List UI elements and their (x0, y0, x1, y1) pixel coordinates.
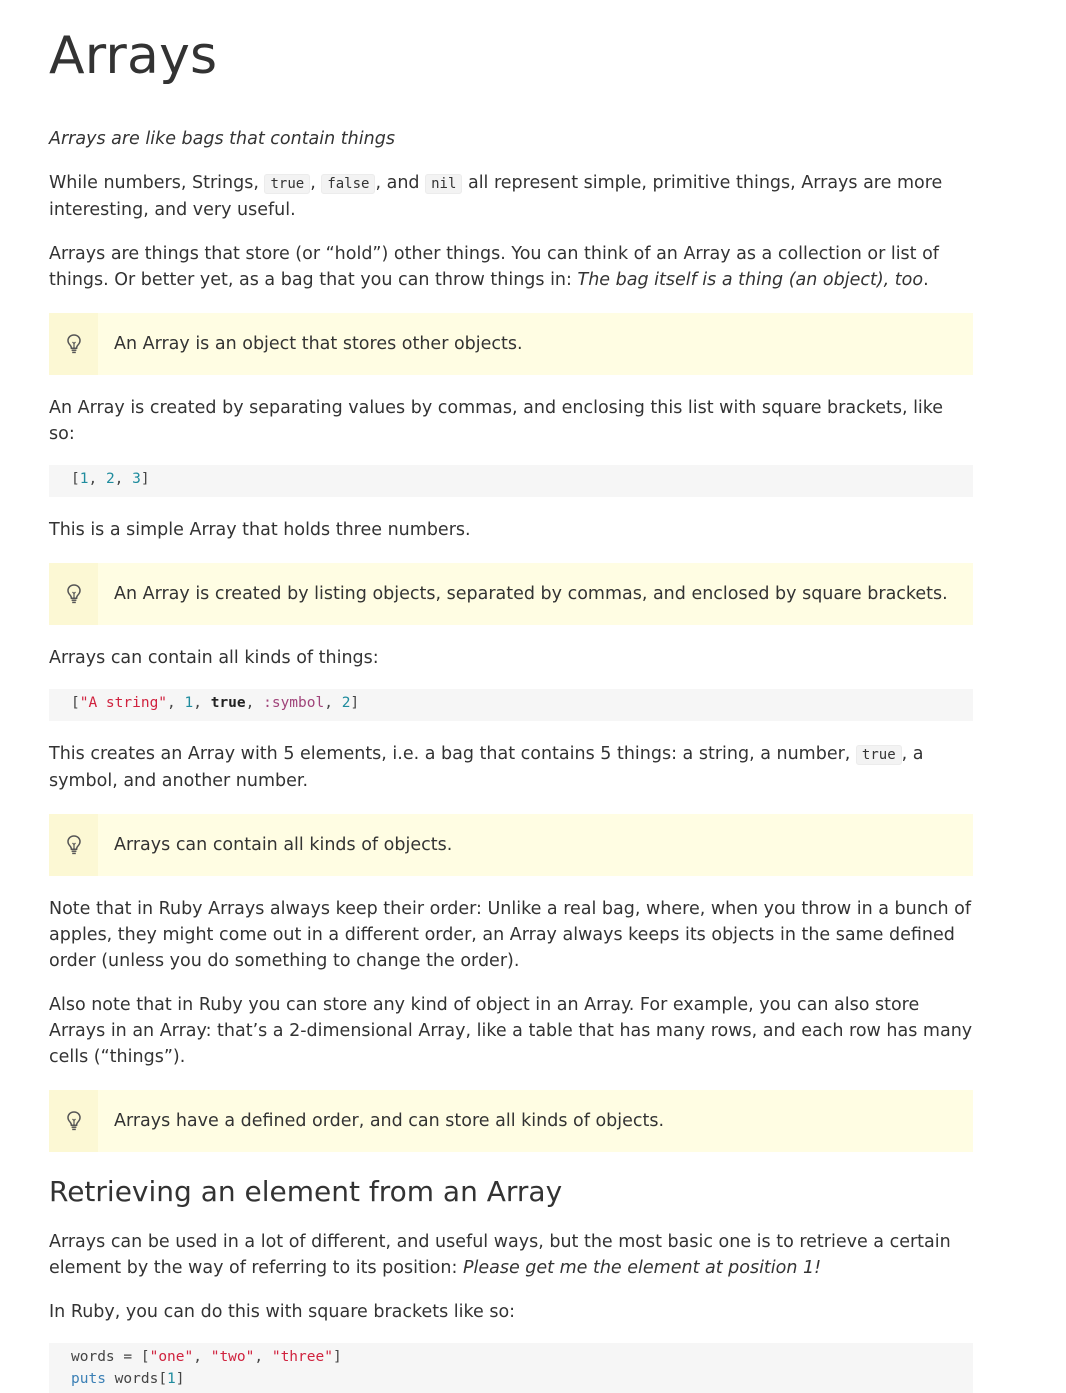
emphasis: The bag itself is a thing (an object), t… (577, 270, 924, 290)
article: Arrays Arrays are like bags that contain… (49, 0, 973, 1393)
code-token: , (193, 695, 211, 711)
callout-icon-box (49, 313, 98, 375)
paragraph-any-object: Also note that in Ruby you can store any… (49, 995, 973, 1067)
inline-code-false: false (321, 174, 376, 194)
paragraph-bag: Arrays are things that store (or “hold”)… (49, 241, 973, 293)
code-token: 2 (105, 471, 115, 487)
code-token: , (254, 1349, 272, 1365)
code-token: , (324, 695, 342, 711)
code-token: , (245, 695, 264, 711)
paragraph-order: Note that in Ruby Arrays always keep the… (49, 899, 971, 971)
section-heading: Retrieving an element from an Array (49, 1175, 563, 1208)
callout-tip: An Array is an object that stores other … (49, 313, 973, 375)
code-block-numbers: [1, 2, 3] (49, 465, 973, 497)
callout-icon-box (49, 563, 98, 625)
text: This creates an Array with 5 elements, i… (49, 744, 856, 764)
code-token: 1 (167, 1371, 176, 1387)
code-token: ] (350, 695, 360, 711)
callout-tip: An Array is created by listing objects, … (49, 563, 973, 625)
code-token: true (210, 695, 246, 711)
paragraph-kinds: Arrays can contain all kinds of things: (49, 648, 379, 668)
code-token: :symbol (263, 695, 325, 711)
code-block-words: words = ["one", "two", "three"] puts wor… (49, 1343, 973, 1393)
code-token: words (114, 1371, 159, 1387)
lightbulb-icon (66, 1111, 81, 1131)
code-token: , (114, 471, 133, 487)
callout-tip: Arrays have a defined order, and can sto… (49, 1090, 973, 1152)
callout-text: An Array is created by listing objects, … (114, 584, 948, 604)
code-token: "one" (149, 1349, 194, 1365)
text: . (923, 270, 929, 290)
paragraph-five-elements: This creates an Array with 5 elements, i… (49, 741, 973, 794)
code-token: , (88, 471, 106, 487)
callout-text: An Array is an object that stores other … (114, 334, 523, 354)
code-token: [ (71, 695, 80, 711)
paragraph-simple: This is a simple Array that holds three … (49, 520, 471, 540)
emphasis: Please get me the element at position 1! (462, 1258, 822, 1278)
callout-text: Arrays can contain all kinds of objects. (114, 835, 453, 855)
paragraph-square-brackets: In Ruby, you can do this with square bra… (49, 1302, 516, 1322)
inline-code-true: true (855, 745, 902, 765)
code-token: ] (175, 1371, 185, 1387)
code-token: , (167, 695, 185, 711)
code-token: [ (158, 1371, 168, 1387)
paragraph-retrieve: Arrays can be used in a lot of different… (49, 1229, 973, 1281)
code-token: "two" (210, 1349, 255, 1365)
code-token: puts (71, 1371, 106, 1387)
text: , (310, 173, 322, 193)
callout-icon-box (49, 1090, 98, 1152)
paragraph-intro: While numbers, Strings, true, false, and… (49, 170, 973, 223)
lightbulb-icon (66, 835, 81, 855)
code-token: = (114, 1349, 141, 1365)
lightbulb-icon (66, 584, 81, 604)
paragraph-create: An Array is created by separating values… (49, 398, 944, 444)
inline-code-nil: nil (425, 174, 463, 194)
callout-icon-box (49, 814, 98, 876)
inline-code-true: true (264, 174, 311, 194)
code-token: "three" (271, 1349, 333, 1365)
code-token: [ (71, 471, 80, 487)
page-subtitle: Arrays are like bags that contain things (49, 129, 395, 149)
code-token: , (193, 1349, 211, 1365)
code-token: words (71, 1349, 115, 1365)
callout-text: Arrays have a defined order, and can sto… (114, 1111, 665, 1131)
text: While numbers, Strings, (49, 173, 265, 193)
callout-tip: Arrays can contain all kinds of objects. (49, 814, 973, 876)
code-token: "A string" (79, 695, 168, 711)
code-token: 3 (132, 471, 141, 487)
text: , and (375, 173, 426, 193)
page-title: Arrays (49, 26, 218, 86)
code-token: [ (140, 1349, 150, 1365)
code-token: ] (332, 1349, 342, 1365)
code-token: ] (140, 471, 150, 487)
code-token: 1 (184, 695, 194, 711)
lightbulb-icon (66, 334, 81, 354)
code-block-mixed: ["A string", 1, true, :symbol, 2] (49, 689, 973, 721)
